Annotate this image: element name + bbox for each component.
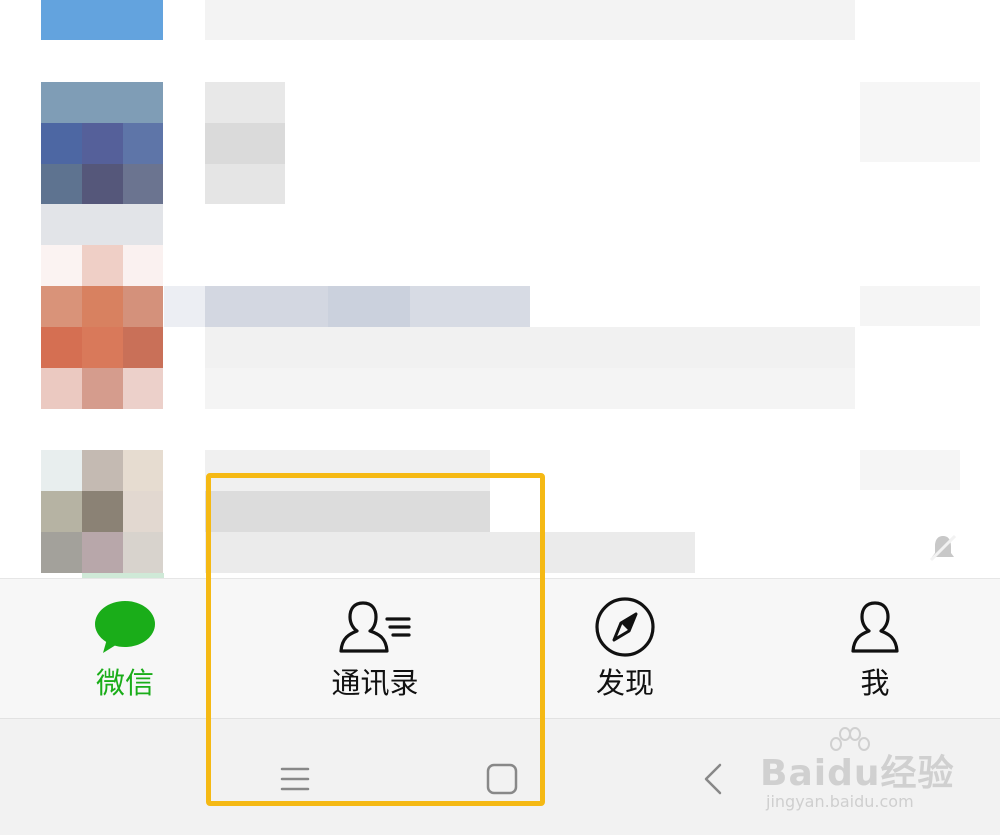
menu-button[interactable] [265,749,325,809]
contacts-icon [250,597,500,657]
chat-avatar-blurred [123,327,163,368]
watermark-url: jingyan.baidu.com [766,792,914,811]
chat-text-blurred [205,82,285,123]
chat-time-blurred [860,82,980,162]
chat-avatar-blurred [41,286,82,327]
chat-text-blurred [410,286,530,327]
chat-bubble-icon [0,597,250,657]
chat-avatar-blurred [82,368,123,409]
tab-wechat[interactable]: 微信 [0,579,250,719]
tab-contacts[interactable]: 通讯录 [250,579,500,719]
chat-avatar-blurred [41,327,82,368]
chat-avatar-blurred [41,164,82,204]
chat-avatar-blurred [123,286,163,327]
chat-text-blurred [205,123,285,164]
chat-text-blurred [205,532,695,573]
chat-avatar-blurred [41,123,82,164]
chat-time-blurred [860,286,980,326]
chat-avatar-blurred [123,245,163,286]
watermark: Baidu经验 jingyan.baidu.com [760,727,990,830]
chat-avatar-blurred [41,368,82,409]
chat-avatar-blurred [41,82,163,123]
menu-icon [280,767,310,791]
chat-avatar-blurred [41,450,82,491]
chat-time-blurred [860,450,960,490]
tab-label-wechat: 微信 [95,666,154,700]
chat-list [0,0,1000,578]
tab-discover[interactable]: 发现 [500,579,750,719]
back-chevron-icon [704,763,722,795]
chat-avatar-blurred [82,532,123,573]
chat-text-blurred [205,491,490,532]
person-icon [750,597,1000,657]
chat-text-blurred [205,450,490,491]
chat-text-blurred [205,164,285,204]
chat-avatar-blurred [41,0,163,40]
chat-text-blurred [205,286,328,327]
chat-avatar-blurred [123,123,163,164]
muted-bell-icon [929,534,957,562]
chat-avatar-blurred [123,164,163,204]
watermark-brand: Baidu经验 [760,753,955,794]
chat-text-blurred [205,327,855,368]
chat-text-blurred [164,286,205,327]
home-button[interactable] [472,749,532,809]
chat-text-blurred [205,0,855,40]
chat-avatar-blurred [123,532,163,573]
compass-icon [500,597,750,657]
chat-avatar-blurred [82,491,123,532]
chat-avatar-blurred [82,450,123,491]
home-square-icon [486,763,518,795]
chat-text-blurred [205,368,855,409]
tab-label-me: 我 [860,666,890,700]
chat-avatar-blurred [123,368,163,409]
chat-avatar-blurred [82,286,123,327]
chat-avatar-blurred [123,450,163,491]
chat-text-blurred [328,286,410,327]
back-button[interactable] [683,749,743,809]
tab-me[interactable]: 我 [750,579,1000,719]
bottom-tab-bar: 微信 通讯录 发现 我 [0,578,1000,719]
chat-avatar-blurred [82,327,123,368]
chat-avatar-blurred [82,123,123,164]
tab-label-discover: 发现 [595,666,654,700]
chat-avatar-blurred [41,204,163,245]
tab-label-contacts: 通讯录 [331,666,419,700]
chat-avatar-blurred [82,245,123,286]
chat-avatar-blurred [82,164,123,204]
chat-avatar-blurred [41,491,82,532]
chat-avatar-blurred [41,532,82,573]
chat-avatar-blurred [41,245,82,286]
chat-avatar-blurred [123,491,163,532]
